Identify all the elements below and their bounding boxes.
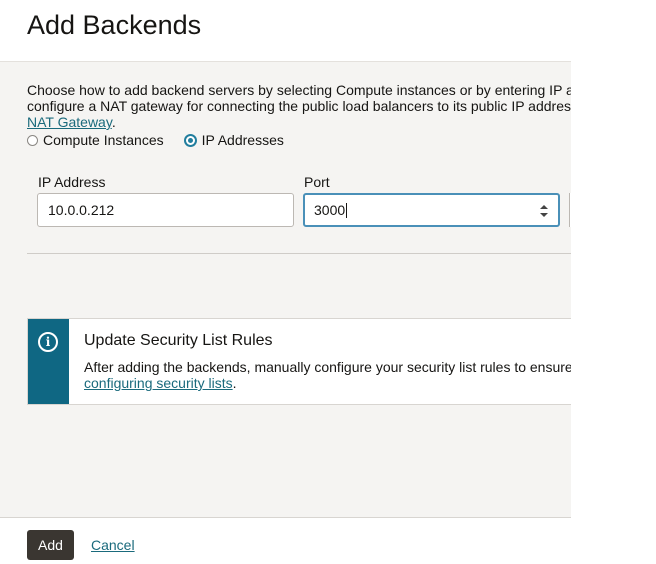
stepper-up-icon[interactable] <box>540 205 548 209</box>
port-value: 3000 <box>314 202 346 218</box>
ip-address-input[interactable]: 10.0.0.212 <box>37 193 294 227</box>
info-icon: i <box>38 332 58 352</box>
info-title: Update Security List Rules <box>84 332 273 349</box>
intro-line-2: configure a NAT gateway for connecting t… <box>27 98 571 114</box>
page-title: Add Backends <box>27 10 202 40</box>
security-list-info-box: i Update Security List Rules After addin… <box>27 318 571 405</box>
add-backends-panel: Add Backends Choose how to add backend s… <box>0 0 571 564</box>
ip-address-label: IP Address <box>38 174 106 190</box>
radio-button-ip-addresses[interactable] <box>183 133 197 147</box>
radio-ip-addresses[interactable]: IP Addresses <box>183 132 284 148</box>
truncated-next-field[interactable] <box>569 193 571 227</box>
port-label: Port <box>304 174 330 190</box>
section-divider <box>27 253 571 254</box>
stepper-down-icon[interactable] <box>540 213 548 217</box>
radio-label-compute-instances: Compute Instances <box>43 132 164 148</box>
info-text-line: After adding the backends, manually conf… <box>84 359 571 375</box>
intro-link-suffix: . <box>111 114 116 130</box>
info-link-suffix: . <box>232 375 237 391</box>
port-input[interactable]: 3000 <box>303 193 560 227</box>
backend-source-radio-group: Compute Instances IP Addresses <box>27 132 304 148</box>
panel-header: Add Backends <box>0 0 571 62</box>
radio-button-compute-instances[interactable] <box>27 134 38 146</box>
intro-line-1: Choose how to add backend servers by sel… <box>27 82 571 98</box>
ip-address-value: 10.0.0.212 <box>48 202 115 218</box>
configuring-security-lists-link[interactable]: configuring security lists <box>84 375 233 391</box>
panel-footer: Add Cancel <box>0 517 571 564</box>
nat-gateway-link[interactable]: NAT Gateway <box>27 114 112 130</box>
info-rail: i <box>28 319 69 404</box>
port-stepper[interactable] <box>540 205 548 217</box>
intro-line-3: NAT Gateway. <box>27 114 571 130</box>
radio-compute-instances[interactable]: Compute Instances <box>27 132 164 148</box>
panel-body[interactable]: Choose how to add backend servers by sel… <box>0 62 571 517</box>
info-text: After adding the backends, manually conf… <box>84 359 571 391</box>
add-button[interactable]: Add <box>27 530 74 560</box>
radio-label-ip-addresses: IP Addresses <box>201 132 284 148</box>
intro-text: Choose how to add backend servers by sel… <box>27 82 571 130</box>
info-link-line: configuring security lists. <box>84 375 571 391</box>
text-cursor <box>346 203 348 218</box>
cancel-button[interactable]: Cancel <box>91 537 135 553</box>
